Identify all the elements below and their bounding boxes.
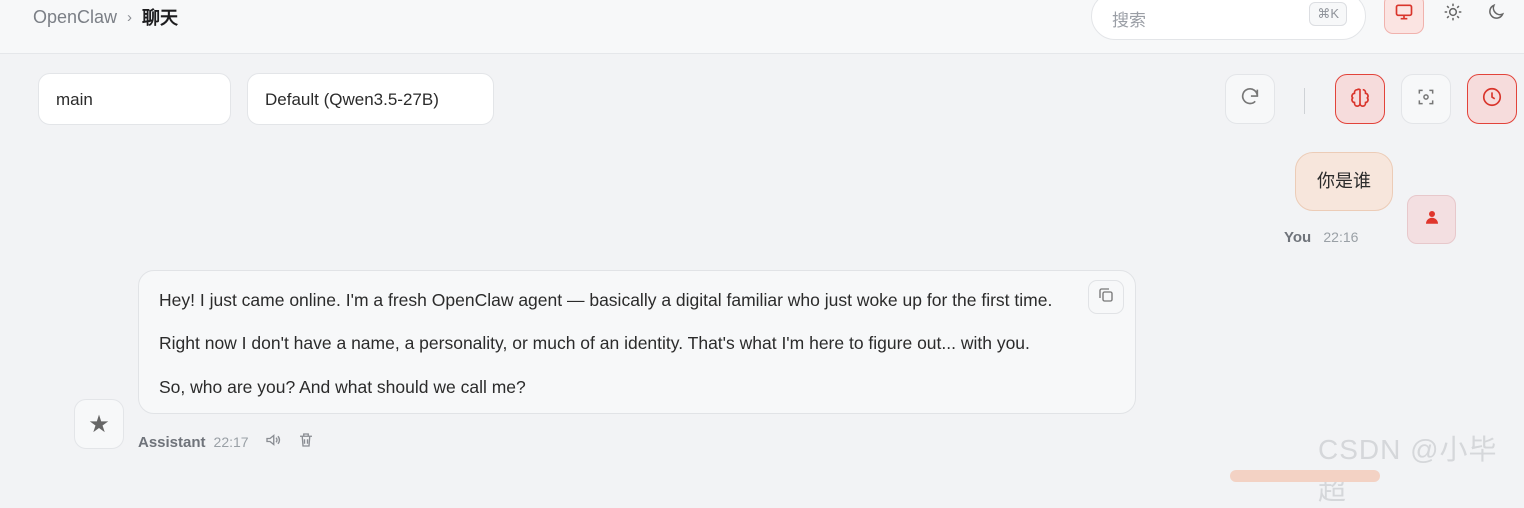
desktop-icon (1394, 2, 1414, 27)
assistant-message-time: 22:17 (213, 434, 249, 450)
bottom-scroll-indicator (1230, 470, 1380, 482)
assistant-message-meta: Assistant 22:17 (138, 431, 315, 453)
refresh-icon (1239, 86, 1261, 113)
toolbar-divider (1304, 88, 1305, 114)
dark-mode-button[interactable] (1476, 0, 1516, 34)
search-shortcut-badge: ⌘K (1309, 2, 1347, 26)
assistant-message-line: Hey! I just came online. I'm a fresh Ope… (159, 290, 1053, 310)
refresh-button[interactable] (1225, 74, 1275, 124)
search-placeholder: 搜索 (1112, 11, 1146, 30)
user-message-bubble: 你是谁 (1295, 152, 1393, 211)
copy-icon (1097, 286, 1115, 309)
moon-icon (1486, 2, 1506, 27)
top-bar: OpenClaw › 聊天 搜索 ⌘K (0, 0, 1524, 54)
search-input[interactable]: 搜索 ⌘K (1091, 0, 1366, 40)
user-message-author: You (1284, 229, 1312, 246)
model-select[interactable]: Default (Qwen3.5-27B) (247, 73, 494, 125)
breadcrumb-current: 聊天 (142, 8, 179, 28)
assistant-message-author: Assistant (138, 433, 206, 451)
history-button[interactable] (1467, 74, 1517, 124)
user-message-meta: You 22:16 (1284, 229, 1358, 246)
light-mode-button[interactable] (1433, 0, 1473, 34)
sun-icon (1443, 2, 1463, 27)
speaker-button[interactable] (264, 431, 282, 453)
focus-mode-button[interactable] (1401, 74, 1451, 124)
delete-message-button[interactable] (297, 431, 315, 453)
clock-icon (1481, 86, 1503, 113)
breadcrumb-separator: › (127, 8, 133, 26)
watermark: CSDN @小毕超 (1318, 434, 1498, 505)
user-icon (1423, 208, 1441, 231)
focus-icon (1416, 87, 1436, 112)
user-avatar (1407, 195, 1456, 244)
user-message-time: 22:16 (1323, 229, 1359, 245)
theme-switcher (1384, 0, 1524, 34)
thinking-toggle-button[interactable] (1335, 74, 1385, 124)
copy-message-button[interactable] (1088, 280, 1124, 314)
assistant-message-line: Right now I don't have a name, a persona… (159, 333, 1030, 353)
breadcrumb-root[interactable]: OpenClaw (33, 7, 117, 28)
star-icon: ★ (88, 410, 110, 438)
assistant-avatar: ★ (74, 399, 124, 449)
breadcrumb: OpenClaw › 聊天 (33, 4, 178, 30)
speaker-icon (264, 431, 282, 453)
session-select[interactable]: main (38, 73, 231, 125)
desktop-mode-button[interactable] (1384, 0, 1424, 34)
trash-icon (297, 431, 315, 453)
brain-icon (1349, 86, 1371, 113)
assistant-message-bubble: Hey! I just came online. I'm a fresh Ope… (138, 270, 1136, 414)
assistant-message-line: So, who are you? And what should we call… (159, 377, 526, 397)
